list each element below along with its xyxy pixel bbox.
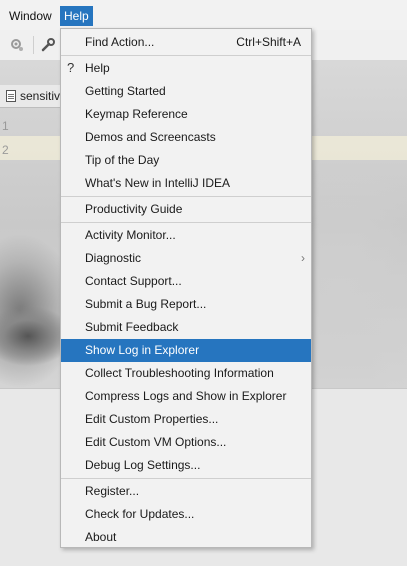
wrench-icon[interactable] [40,37,56,53]
menu-item-whats-new[interactable]: What's New in IntelliJ IDEA [61,172,311,195]
menu-item-help[interactable]: ? Help [61,57,311,80]
menu-item-activity-monitor[interactable]: Activity Monitor... [61,224,311,247]
menu-item-label: Keymap Reference [85,107,188,121]
menu-item-label: Edit Custom VM Options... [85,435,227,449]
line-number: 2 [2,143,9,157]
menu-item-label: Productivity Guide [85,202,183,216]
menu-item-label: Submit a Bug Report... [85,297,207,311]
menu-item-label: Show Log in Explorer [85,343,200,357]
menu-item-show-log-in-explorer[interactable]: Show Log in Explorer [61,339,311,362]
menu-item-label: Diagnostic [85,251,142,265]
menu-window-label: Window [9,9,52,23]
menu-separator [61,478,311,479]
file-icon [6,90,16,102]
menu-item-label: Debug Log Settings... [85,458,201,472]
menu-item-label: Find Action... [85,35,155,49]
menu-item-keymap-reference[interactable]: Keymap Reference [61,103,311,126]
menu-item-contact-support[interactable]: Contact Support... [61,270,311,293]
menu-item-shortcut: Ctrl+Shift+A [236,35,301,49]
editor-tab[interactable]: sensitiv [0,85,60,108]
help-menu-dropdown: Find Action... Ctrl+Shift+A ? Help Getti… [60,28,312,548]
menu-item-label: Compress Logs and Show in Explorer [85,389,287,403]
menu-item-compress-logs[interactable]: Compress Logs and Show in Explorer [61,385,311,408]
menu-item-submit-bug-report[interactable]: Submit a Bug Report... [61,293,311,316]
menu-item-demos-screencasts[interactable]: Demos and Screencasts [61,126,311,149]
menu-window[interactable]: Window [5,6,56,26]
menu-item-label: Tip of the Day [85,153,160,167]
menu-item-tip-of-the-day[interactable]: Tip of the Day [61,149,311,172]
menu-item-label: Contact Support... [85,274,182,288]
menu-item-label: Submit Feedback [85,320,179,334]
menu-item-label: Getting Started [85,84,166,98]
menu-item-label: Help [85,61,110,75]
menu-item-label: About [85,530,117,544]
menu-separator [61,55,311,56]
toolbar-divider [33,36,34,54]
menu-bar: Window Help [0,0,407,30]
menu-item-diagnostic[interactable]: Diagnostic › [61,247,311,270]
submenu-arrow-icon: › [301,251,305,265]
menu-separator [61,222,311,223]
settings-gear-icon[interactable] [9,37,25,53]
menu-item-productivity-guide[interactable]: Productivity Guide [61,198,311,221]
menu-item-label: Check for Updates... [85,507,195,521]
menu-item-label: Edit Custom Properties... [85,412,219,426]
menu-item-about[interactable]: About [61,526,311,549]
menu-item-check-for-updates[interactable]: Check for Updates... [61,503,311,526]
menu-item-label: Register... [85,484,140,498]
menu-item-label: Collect Troubleshooting Information [85,366,274,380]
menu-separator [61,196,311,197]
menu-item-label: Activity Monitor... [85,228,176,242]
menu-item-find-action[interactable]: Find Action... Ctrl+Shift+A [61,31,311,54]
menu-help-label: Help [64,9,89,23]
menu-item-register[interactable]: Register... [61,480,311,503]
menu-item-edit-custom-properties[interactable]: Edit Custom Properties... [61,408,311,431]
editor-tab-label: sensitiv [20,89,61,103]
line-number: 1 [2,119,9,133]
menu-item-edit-custom-vm-options[interactable]: Edit Custom VM Options... [61,431,311,454]
menu-item-collect-troubleshooting[interactable]: Collect Troubleshooting Information [61,362,311,385]
menu-item-submit-feedback[interactable]: Submit Feedback [61,316,311,339]
menu-item-debug-log-settings[interactable]: Debug Log Settings... [61,454,311,477]
menu-item-label: What's New in IntelliJ IDEA [85,176,231,190]
menu-item-getting-started[interactable]: Getting Started [61,80,311,103]
menu-item-label: Demos and Screencasts [85,130,216,144]
menu-help[interactable]: Help [60,6,93,26]
help-icon: ? [67,60,75,75]
